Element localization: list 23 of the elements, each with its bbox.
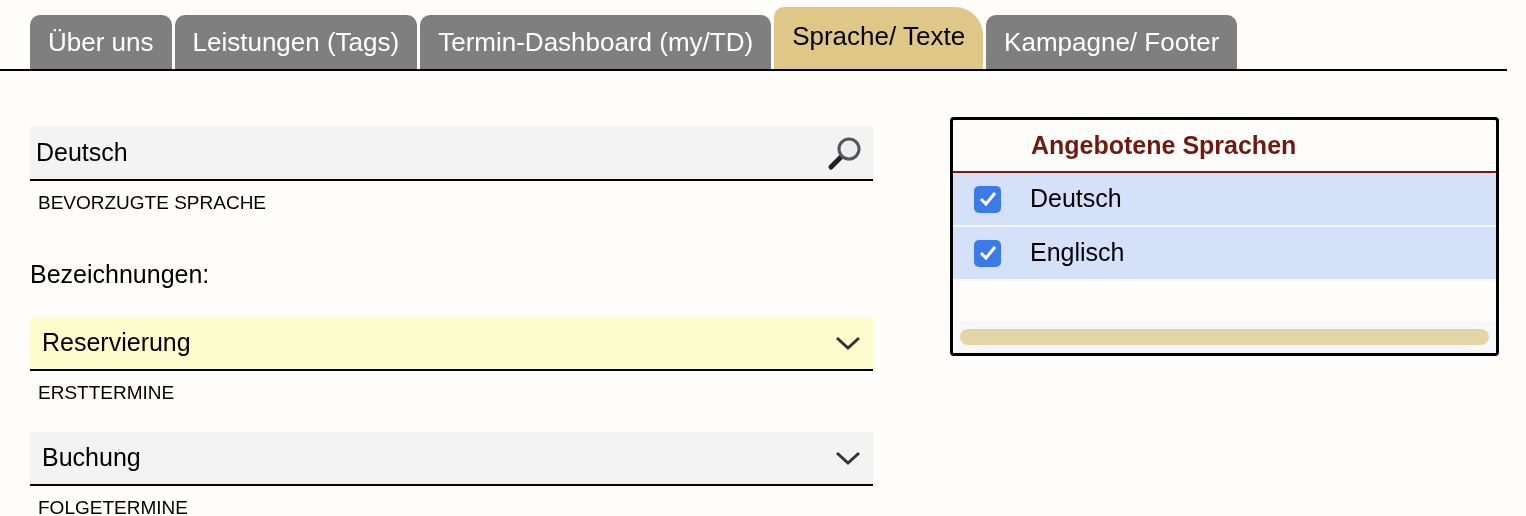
chevron-down-icon xyxy=(835,335,861,351)
tab[interactable]: Über uns xyxy=(30,15,172,69)
checkbox[interactable] xyxy=(974,185,1001,213)
check-icon xyxy=(978,245,997,261)
tab[interactable]: Termin-Dashboard (my/TD) xyxy=(420,15,772,69)
language-row[interactable]: Deutsch xyxy=(953,173,1496,227)
language-field[interactable]: Deutsch xyxy=(30,127,873,181)
language-row[interactable]: Englisch xyxy=(953,227,1496,281)
tab[interactable]: Leistungen (Tags) xyxy=(174,15,418,69)
field-label: BEVORZUGTE SPRACHE xyxy=(38,191,267,215)
section-heading: Bezeichnungen: xyxy=(30,258,210,290)
select-field[interactable]: Buchung xyxy=(30,431,873,486)
checkbox[interactable] xyxy=(974,239,1001,267)
panel-title: Angebotene Sprachen xyxy=(1031,129,1297,161)
field-label: FOLGETERMINE xyxy=(38,495,188,516)
select-field[interactable]: Reservierung xyxy=(30,317,873,371)
chevron-down-icon xyxy=(835,449,861,466)
check-icon xyxy=(978,191,997,207)
field-label: ERSTTERMINE xyxy=(38,381,175,405)
search-icon[interactable] xyxy=(827,135,863,171)
tab[interactable]: Kampagne/ Footer xyxy=(986,15,1238,69)
tab[interactable]: Sprache/ Texte xyxy=(774,7,984,69)
scrollbar[interactable] xyxy=(960,329,1489,345)
